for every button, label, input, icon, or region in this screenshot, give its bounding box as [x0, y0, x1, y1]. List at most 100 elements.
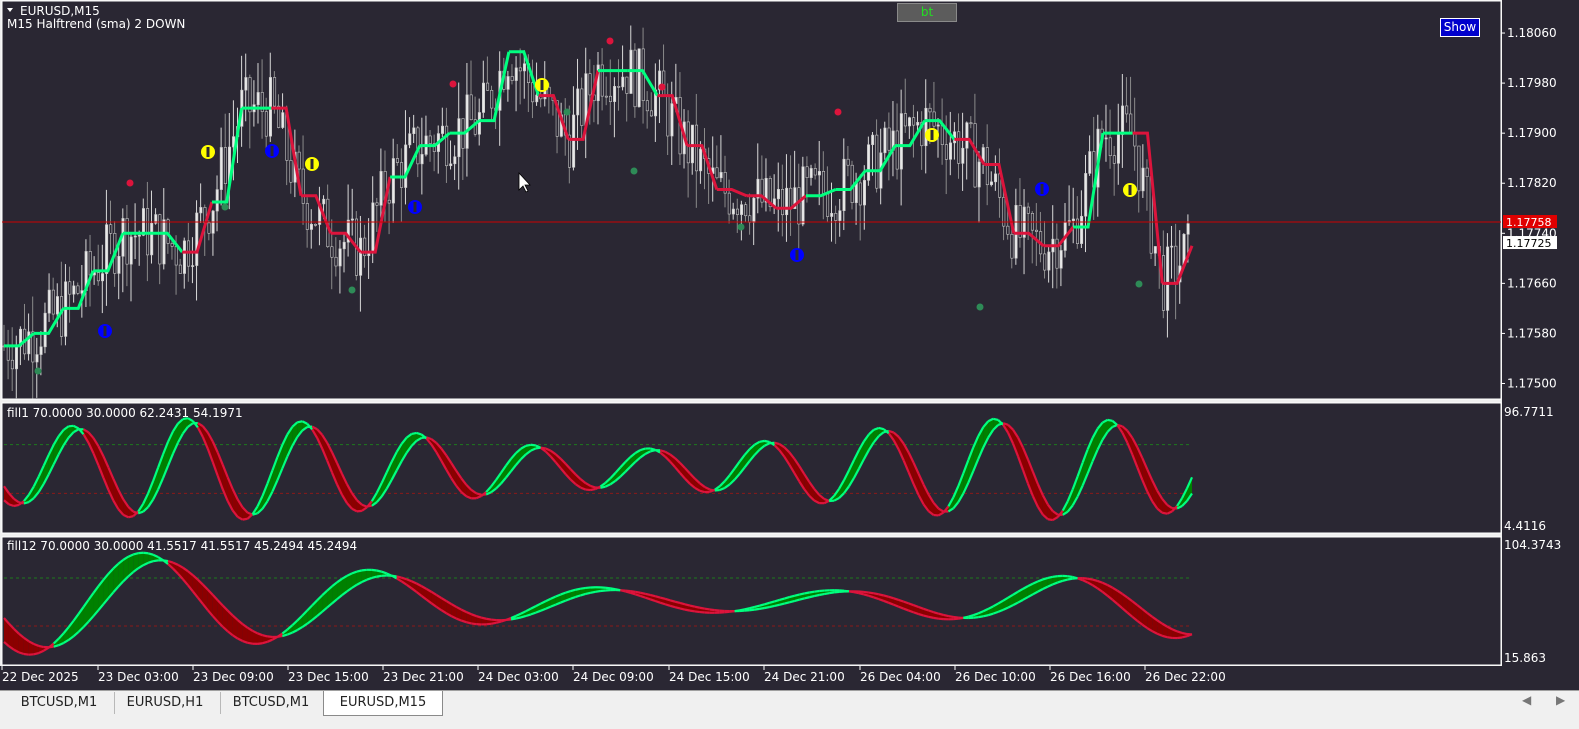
fast-line [745, 608, 750, 609]
slow-line [884, 595, 889, 596]
slow-line [670, 600, 675, 601]
tab-scroll-left-icon[interactable]: ◀ [1522, 693, 1531, 707]
slow-line [755, 609, 760, 610]
candle-body [814, 168, 816, 175]
fast-line [665, 604, 670, 606]
tab-eurusd-m15[interactable]: EURUSD,M15 [323, 691, 443, 716]
candle-body [904, 114, 906, 126]
slow-line [586, 593, 591, 594]
candle-body [409, 134, 411, 145]
fast-line [765, 441, 770, 442]
tab-scroll-right-icon[interactable]: ▶ [1556, 693, 1565, 707]
slow-line [576, 595, 581, 597]
candle-body [1121, 106, 1123, 135]
fast-line [685, 610, 690, 611]
candle-body [691, 125, 693, 163]
slow-line [596, 591, 601, 592]
fast-line [591, 489, 596, 490]
candle-body [73, 286, 75, 294]
candle-body [970, 123, 972, 124]
candle-body [863, 180, 865, 205]
slow-line [864, 592, 869, 593]
candle-body [105, 225, 107, 274]
candle-body [454, 157, 456, 164]
slow-line [705, 609, 710, 610]
slow-line [591, 592, 596, 593]
tab-eurusd-h1[interactable]: EURUSD,H1 [110, 692, 221, 714]
tab-btcusd-m1-2[interactable]: BTCUSD,M1 [216, 692, 327, 714]
fast-line [581, 588, 586, 589]
candle-body [1171, 246, 1173, 247]
candle-body [826, 194, 828, 217]
fast-line [1162, 636, 1167, 637]
slow-line [700, 608, 705, 609]
candle-body [171, 243, 173, 246]
fast-line [680, 608, 685, 609]
time-tick-label: 23 Dec 15:00 [288, 670, 369, 684]
slow-line [372, 577, 377, 578]
candle-body [949, 143, 951, 159]
candle-body [167, 220, 169, 244]
candle-body [1015, 205, 1017, 258]
arrow-glyph-stroke [931, 130, 934, 140]
candle-body [404, 145, 406, 188]
slow-line [476, 493, 481, 495]
candle-body [1175, 246, 1177, 282]
fast-line [417, 433, 422, 435]
fast-line [635, 594, 640, 596]
candle-body [400, 163, 402, 188]
slow-line [650, 450, 655, 451]
slow-line [799, 598, 804, 599]
candle-body [48, 290, 50, 313]
candle-body [888, 128, 890, 150]
fast-line [760, 604, 765, 605]
slow-line [824, 593, 829, 594]
candle-body [871, 135, 873, 145]
slow-line [929, 611, 934, 613]
show-button[interactable]: Show [1440, 18, 1480, 37]
indicator-label: M15 Halftrend (sma) 2 DOWN [7, 17, 185, 31]
candle-body [790, 188, 792, 209]
candle-body [925, 108, 927, 146]
candle-body [56, 296, 58, 314]
price-tick-label: 1.17980 [1507, 76, 1557, 90]
arrow-glyph-stroke [1041, 184, 1044, 194]
symbol-label: EURUSD,M15 [20, 4, 100, 18]
candle-body [380, 171, 382, 205]
candle-body [855, 183, 857, 203]
candle-body [1146, 168, 1148, 177]
chart-canvas[interactable]: 1.180601.179801.179001.178201.177401.176… [0, 0, 1579, 690]
slow-line [422, 437, 427, 438]
slow-line [49, 647, 54, 648]
fast-line [924, 616, 929, 617]
signal-dot [222, 204, 229, 211]
bt-button[interactable]: bt [897, 3, 957, 22]
candle-body [52, 290, 54, 314]
fast-line [794, 595, 799, 596]
candle-body [331, 247, 333, 258]
sub2-max-label: 104.3743 [1504, 538, 1561, 552]
signal-dot [738, 224, 745, 231]
signal-dot [450, 81, 457, 88]
slow-line [397, 576, 402, 577]
candle-body [589, 74, 591, 95]
tab-btcusd-m1[interactable]: BTCUSD,M1 [4, 692, 115, 714]
candle-body [941, 125, 943, 145]
candle-body [835, 213, 837, 220]
slow-line [774, 443, 779, 444]
slow-line [869, 593, 874, 594]
candle-body [1105, 138, 1107, 139]
sub-pane-2 [2, 537, 1501, 665]
fast-line [9, 504, 14, 506]
slow-line [665, 599, 670, 600]
time-tick-label: 22 Dec 2025 [2, 670, 79, 684]
candle-body [97, 273, 99, 281]
slow-line [779, 604, 784, 605]
slow-line [1117, 425, 1122, 426]
slow-line [377, 576, 382, 577]
candle-body [917, 122, 919, 125]
candle-body [359, 238, 361, 275]
candle-body [798, 188, 800, 224]
sub2-min-label: 15.863 [1504, 651, 1546, 665]
slow-line [1088, 579, 1093, 580]
